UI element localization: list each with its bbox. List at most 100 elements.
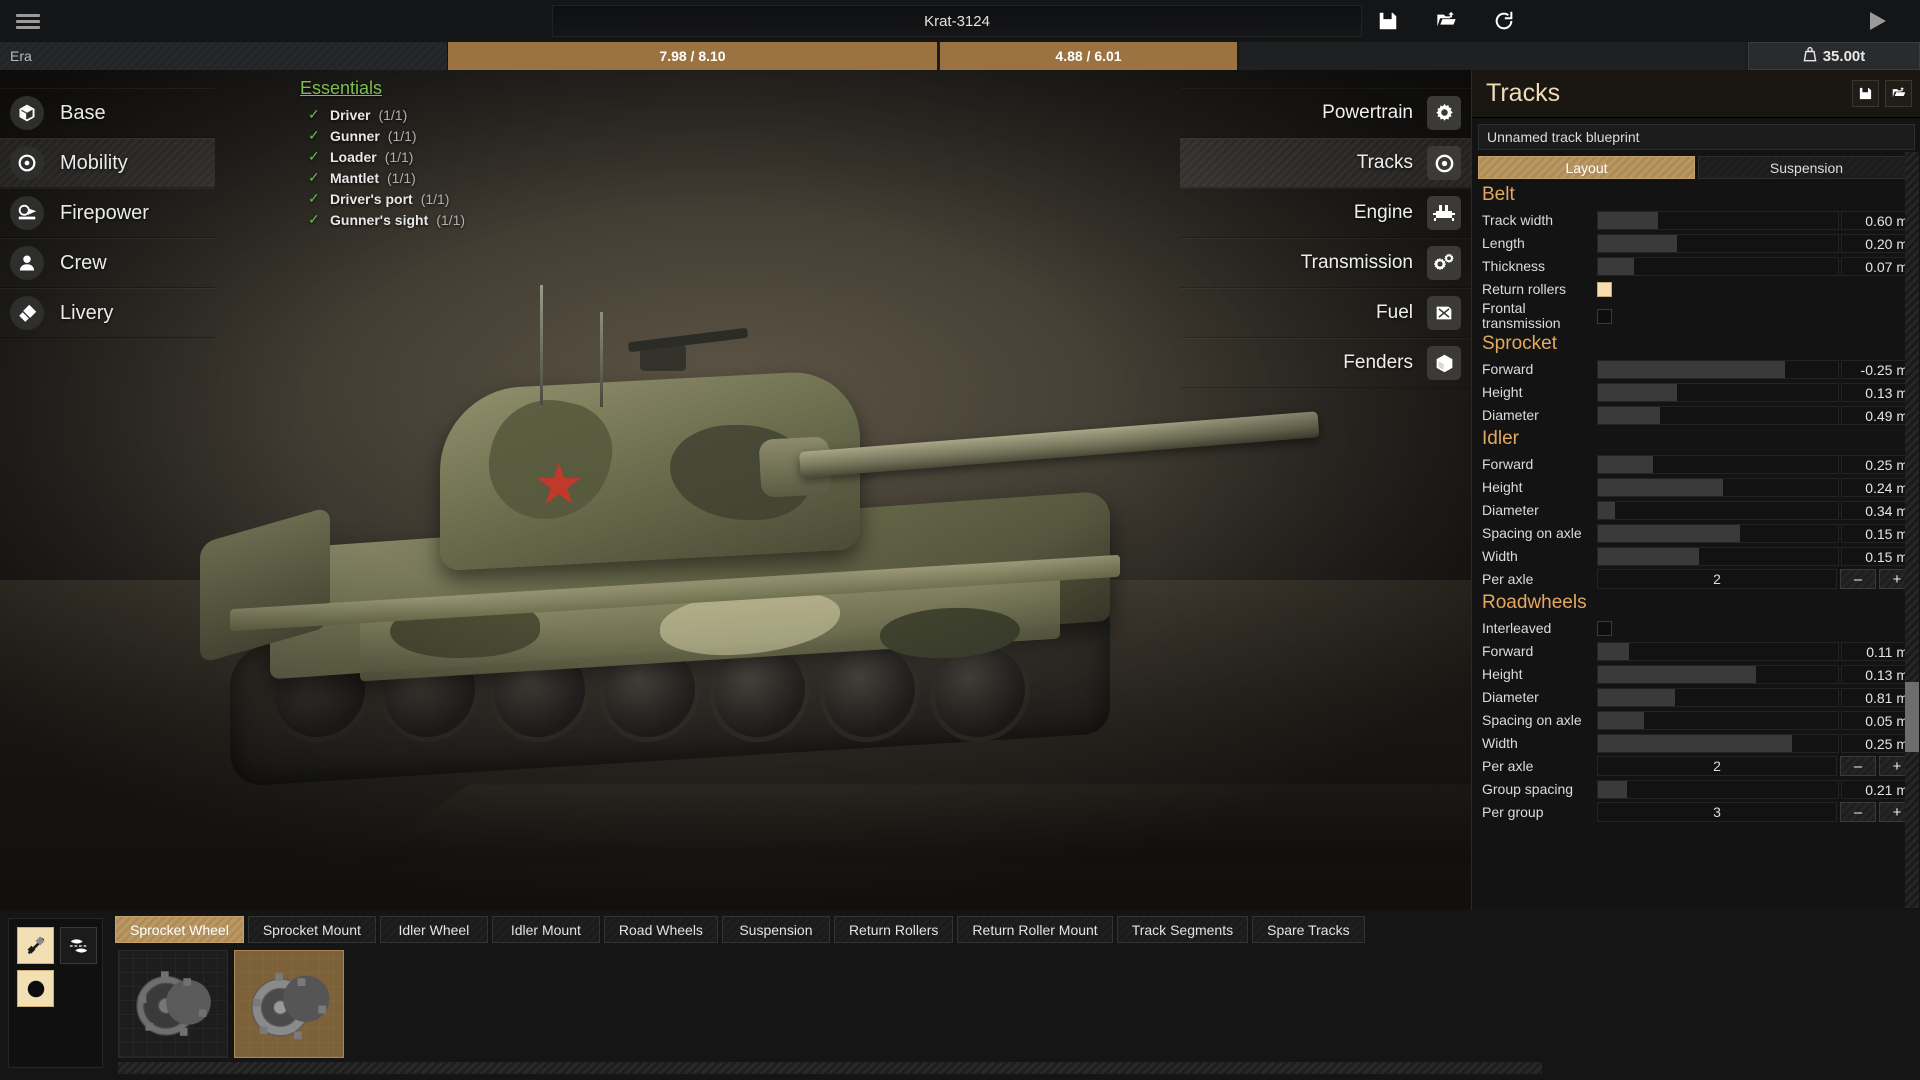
shape-toggle[interactable] <box>17 970 54 1007</box>
property-value: 0.13 m <box>1841 383 1915 402</box>
property-row-roadwheel-per-axle[interactable]: Per axle 2 – + <box>1472 755 1915 777</box>
property-row-roadwheel-width[interactable]: Width 0.25 m <box>1472 732 1915 754</box>
save-icon[interactable] <box>1852 80 1879 107</box>
tab-spare-tracks[interactable]: Spare Tracks <box>1252 916 1364 943</box>
hamburger-menu-icon[interactable] <box>0 0 56 42</box>
property-row-per-group[interactable]: Per group 3 – + <box>1472 801 1915 823</box>
stepper-minus-button[interactable]: – <box>1840 802 1876 822</box>
open-folder-icon[interactable] <box>1885 80 1912 107</box>
property-row-idler-per-axle[interactable]: Per axle 2 – + <box>1472 568 1915 590</box>
panel-scrollbar[interactable] <box>1905 152 1919 908</box>
property-row-sprocket-diameter[interactable]: Diameter 0.49 m <box>1472 404 1915 426</box>
slider-track[interactable] <box>1597 211 1839 230</box>
tab-return-rollers[interactable]: Return Rollers <box>834 916 953 943</box>
property-row-idler-forward[interactable]: Forward 0.25 m <box>1472 453 1915 475</box>
slider-track[interactable] <box>1597 547 1839 566</box>
property-row-idler-spacing[interactable]: Spacing on axle 0.15 m <box>1472 522 1915 544</box>
property-row-thickness[interactable]: Thickness 0.07 m <box>1472 255 1915 277</box>
vehicle-name-field[interactable]: Krat-3124 <box>552 5 1362 37</box>
sprocket-wheel-thumb-1[interactable] <box>118 950 228 1058</box>
tab-suspension[interactable]: Suspension <box>1698 156 1915 179</box>
check-icon: ✓ <box>308 190 322 207</box>
check-icon: ✓ <box>308 127 322 144</box>
property-row-idler-diameter[interactable]: Diameter 0.34 m <box>1472 499 1915 521</box>
menu-item-fenders[interactable]: Fenders <box>1180 338 1471 388</box>
sidebar-item-label: Livery <box>60 302 113 325</box>
slider-track[interactable] <box>1597 360 1839 379</box>
play-icon[interactable] <box>1858 0 1898 42</box>
save-icon[interactable] <box>1375 8 1401 34</box>
slider-track[interactable] <box>1597 665 1839 684</box>
sidebar-item-label: Base <box>60 102 106 125</box>
property-row-idler-width[interactable]: Width 0.15 m <box>1472 545 1915 567</box>
stepper-value[interactable]: 2 <box>1597 756 1837 776</box>
panel-scrollbar-thumb[interactable] <box>1905 682 1919 752</box>
property-row-idler-height[interactable]: Height 0.24 m <box>1472 476 1915 498</box>
checkbox-interleaved[interactable] <box>1597 621 1612 636</box>
randomize-toggle[interactable] <box>17 927 54 964</box>
property-row-sprocket-height[interactable]: Height 0.13 m <box>1472 381 1915 403</box>
stepper-value[interactable]: 2 <box>1597 569 1837 589</box>
slider-track[interactable] <box>1597 455 1839 474</box>
slider-track[interactable] <box>1597 406 1839 425</box>
menu-item-transmission[interactable]: Transmission <box>1180 238 1471 288</box>
checkbox-return-rollers[interactable] <box>1597 282 1612 297</box>
property-row-frontal-transmission[interactable]: Frontal transmission <box>1472 301 1915 331</box>
slider-track[interactable] <box>1597 383 1839 402</box>
open-folder-icon[interactable] <box>1433 8 1459 34</box>
menu-item-engine[interactable]: Engine <box>1180 188 1471 238</box>
sidebar-item-crew[interactable]: Crew <box>0 238 215 288</box>
property-row-roadwheel-height[interactable]: Height 0.13 m <box>1472 663 1915 685</box>
blueprint-name-field[interactable]: Unnamed track blueprint <box>1478 124 1915 150</box>
stepper-minus-button[interactable]: – <box>1840 569 1876 589</box>
sidebar-item-livery[interactable]: Livery <box>0 288 215 338</box>
tab-sprocket-wheel[interactable]: Sprocket Wheel <box>115 916 244 943</box>
sidebar-item-base[interactable]: Base <box>0 88 215 138</box>
tab-sprocket-mount[interactable]: Sprocket Mount <box>248 916 376 943</box>
sidebar-item-mobility[interactable]: Mobility <box>0 138 215 188</box>
slider-track[interactable] <box>1597 501 1839 520</box>
checkbox-frontal-transmission[interactable] <box>1597 309 1612 324</box>
menu-item-tracks[interactable]: Tracks <box>1180 138 1471 188</box>
property-row-length[interactable]: Length 0.20 m <box>1472 232 1915 254</box>
property-row-track-width[interactable]: Track width 0.60 m <box>1472 209 1915 231</box>
reload-icon[interactable] <box>1491 8 1517 34</box>
slider-track[interactable] <box>1597 734 1839 753</box>
menu-item-fuel[interactable]: Fuel <box>1180 288 1471 338</box>
slider-track[interactable] <box>1597 524 1839 543</box>
menu-item-powertrain[interactable]: Powertrain <box>1180 88 1471 138</box>
mirror-toggle[interactable] <box>60 927 97 964</box>
tab-suspension[interactable]: Suspension <box>722 916 830 943</box>
slider-track[interactable] <box>1597 780 1839 799</box>
property-row-return-rollers[interactable]: Return rollers <box>1472 278 1915 300</box>
slider-track[interactable] <box>1597 688 1839 707</box>
tab-track-segments[interactable]: Track Segments <box>1117 916 1248 943</box>
property-row-roadwheel-forward[interactable]: Forward 0.11 m <box>1472 640 1915 662</box>
sidebar-item-firepower[interactable]: Firepower <box>0 188 215 238</box>
slider-track[interactable] <box>1597 234 1839 253</box>
tab-layout[interactable]: Layout <box>1478 156 1695 179</box>
slider-track[interactable] <box>1597 257 1839 276</box>
check-icon: ✓ <box>308 106 322 123</box>
slider-track[interactable] <box>1597 642 1839 661</box>
essentials-item: ✓ Gunner (1/1) <box>308 127 600 144</box>
property-row-group-spacing[interactable]: Group spacing 0.21 m <box>1472 778 1915 800</box>
tab-return-roller-mount[interactable]: Return Roller Mount <box>957 916 1112 943</box>
tab-idler-mount[interactable]: Idler Mount <box>492 916 600 943</box>
property-row-interleaved[interactable]: Interleaved <box>1472 617 1915 639</box>
property-value: 0.15 m <box>1841 547 1915 566</box>
parts-scrollbar[interactable] <box>118 1062 1542 1074</box>
property-row-roadwheel-spacing[interactable]: Spacing on axle 0.05 m <box>1472 709 1915 731</box>
slider-track[interactable] <box>1597 478 1839 497</box>
property-row-roadwheel-diameter[interactable]: Diameter 0.81 m <box>1472 686 1915 708</box>
era-field[interactable]: Era <box>0 42 448 70</box>
stepper-value[interactable]: 3 <box>1597 802 1837 822</box>
slider-track[interactable] <box>1597 711 1839 730</box>
gears-icon <box>1427 246 1461 280</box>
stepper-minus-button[interactable]: – <box>1840 756 1876 776</box>
property-row-sprocket-forward[interactable]: Forward -0.25 m <box>1472 358 1915 380</box>
sprocket-wheel-thumb-2[interactable] <box>234 950 344 1058</box>
stepper: 2 – + <box>1597 569 1915 589</box>
tab-road-wheels[interactable]: Road Wheels <box>604 916 718 943</box>
tab-idler-wheel[interactable]: Idler Wheel <box>380 916 488 943</box>
